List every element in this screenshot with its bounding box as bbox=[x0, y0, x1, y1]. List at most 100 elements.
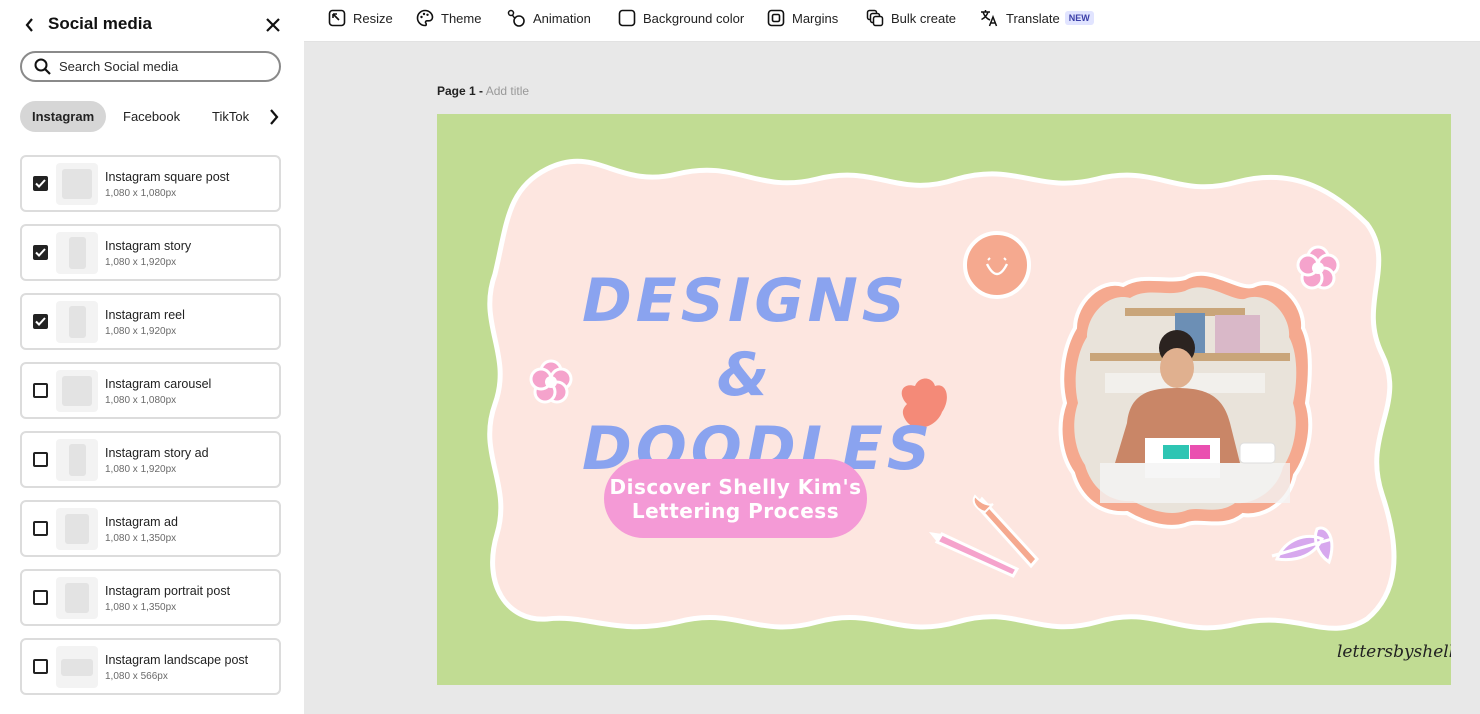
format-checkbox[interactable] bbox=[33, 590, 48, 605]
theme-palette-icon bbox=[416, 9, 434, 27]
format-checkbox[interactable] bbox=[33, 314, 48, 329]
format-item[interactable]: Instagram story 1,080 x 1,920px bbox=[20, 224, 281, 281]
format-size: 1,080 x 566px bbox=[105, 671, 168, 682]
close-icon bbox=[266, 18, 280, 32]
signature-logo: lettersbyshells bbox=[1337, 642, 1451, 662]
category-tabs: Instagram Facebook TikTok bbox=[20, 101, 284, 133]
translate-icon bbox=[981, 10, 998, 27]
tab-facebook[interactable]: Facebook bbox=[111, 101, 192, 132]
margins-label: Margins bbox=[792, 10, 839, 26]
translate-button[interactable]: Translate NEW bbox=[980, 7, 1094, 29]
background-color-button[interactable]: Background color bbox=[618, 7, 744, 29]
chevron-right-icon bbox=[270, 108, 279, 125]
format-thumbnail-shape bbox=[62, 376, 92, 406]
search-icon bbox=[34, 58, 51, 75]
search-box[interactable] bbox=[20, 51, 281, 82]
format-size: 1,080 x 1,350px bbox=[105, 533, 177, 544]
format-name: Instagram portrait post bbox=[105, 584, 231, 598]
design-artboard[interactable]: DESIGNS & DOODLES Discover Shelly Kim's … bbox=[437, 114, 1451, 685]
format-thumbnail bbox=[56, 301, 98, 343]
bulk-create-label: Bulk create bbox=[891, 10, 957, 26]
format-thumbnail-shape bbox=[68, 237, 86, 269]
background-color-label: Background color bbox=[643, 10, 745, 26]
headline-text[interactable]: DESIGNS & DOODLES bbox=[582, 264, 930, 486]
format-size: 1,080 x 1,080px bbox=[105, 188, 177, 199]
page-number-label: Page 1 - bbox=[437, 84, 484, 98]
format-thumbnail bbox=[56, 508, 98, 550]
format-thumbnail bbox=[56, 163, 98, 205]
format-size: 1,080 x 1,350px bbox=[105, 602, 177, 613]
animation-icon bbox=[507, 9, 525, 27]
format-thumbnail bbox=[56, 577, 98, 619]
format-thumbnail-shape bbox=[61, 658, 93, 676]
format-thumbnail-shape bbox=[62, 169, 92, 199]
format-size: 1,080 x 1,080px bbox=[105, 395, 177, 406]
format-size: 1,080 x 1,920px bbox=[105, 464, 177, 475]
photo-frame bbox=[1058, 271, 1313, 529]
background-color-icon bbox=[618, 9, 636, 27]
format-thumbnail bbox=[56, 439, 98, 481]
tab-instagram[interactable]: Instagram bbox=[20, 101, 107, 132]
cta-line-1: Discover Shelly Kim's bbox=[609, 474, 862, 499]
cta-pill[interactable]: Discover Shelly Kim's Lettering Process bbox=[604, 459, 867, 538]
headline-line-1: DESIGNS & bbox=[582, 266, 910, 410]
format-item[interactable]: Instagram reel 1,080 x 1,920px bbox=[20, 293, 281, 350]
checkbox-check-icon bbox=[35, 248, 46, 257]
resize-button[interactable]: Resize bbox=[328, 7, 393, 29]
format-name: Instagram carousel bbox=[105, 377, 212, 391]
format-name: Instagram ad bbox=[105, 515, 178, 529]
format-checkbox[interactable] bbox=[33, 521, 48, 536]
checkbox-check-icon bbox=[35, 179, 46, 188]
format-item[interactable]: Instagram landscape post 1,080 x 566px bbox=[20, 638, 281, 695]
format-name: Instagram landscape post bbox=[105, 653, 249, 667]
format-size: 1,080 x 1,920px bbox=[105, 257, 177, 268]
format-thumbnail-shape bbox=[65, 583, 89, 613]
format-checkbox[interactable] bbox=[33, 452, 48, 467]
smiley-sticker bbox=[963, 231, 1031, 299]
back-button[interactable] bbox=[20, 14, 40, 36]
bulk-create-button[interactable]: Bulk create bbox=[866, 7, 956, 29]
format-name: Instagram story ad bbox=[105, 446, 209, 460]
margins-button[interactable]: Margins bbox=[767, 7, 838, 29]
format-checkbox[interactable] bbox=[33, 659, 48, 674]
animation-button[interactable]: Animation bbox=[507, 7, 591, 29]
new-badge: NEW bbox=[1064, 11, 1094, 25]
format-name: Instagram story bbox=[105, 239, 192, 253]
format-thumbnail bbox=[56, 646, 98, 688]
checkbox-check-icon bbox=[35, 317, 46, 326]
translate-label: Translate bbox=[1006, 10, 1060, 26]
format-name: Instagram reel bbox=[105, 308, 185, 322]
sidebar-header: Social media bbox=[20, 12, 284, 38]
search-input[interactable] bbox=[59, 59, 259, 74]
resize-label: Resize bbox=[353, 10, 393, 26]
format-thumbnail bbox=[56, 232, 98, 274]
theme-button[interactable]: Theme bbox=[416, 7, 481, 29]
page-title-row: Page 1 - Add title bbox=[437, 84, 529, 98]
bulk-create-icon bbox=[866, 9, 884, 27]
format-name: Instagram square post bbox=[105, 170, 230, 184]
format-item[interactable]: Instagram story ad 1,080 x 1,920px bbox=[20, 431, 281, 488]
format-thumbnail bbox=[56, 370, 98, 412]
format-checkbox[interactable] bbox=[33, 383, 48, 398]
format-item[interactable]: Instagram square post 1,080 x 1,080px bbox=[20, 155, 281, 212]
animation-label: Animation bbox=[533, 10, 591, 26]
format-item[interactable]: Instagram ad 1,080 x 1,350px bbox=[20, 500, 281, 557]
back-chevron-icon bbox=[25, 18, 33, 32]
theme-label: Theme bbox=[441, 10, 482, 26]
cta-line-2: Lettering Process bbox=[631, 498, 840, 523]
format-item[interactable]: Instagram portrait post 1,080 x 1,350px bbox=[20, 569, 281, 626]
sidebar-panel: Social media Instagram Facebook TikTok I… bbox=[0, 0, 304, 714]
margins-icon bbox=[767, 9, 785, 27]
resize-icon bbox=[328, 9, 346, 27]
format-item[interactable]: Instagram carousel 1,080 x 1,080px bbox=[20, 362, 281, 419]
add-title-field[interactable]: Add title bbox=[486, 84, 529, 98]
sidebar-title: Social media bbox=[48, 14, 152, 33]
format-thumbnail-shape bbox=[68, 306, 86, 338]
format-checkbox[interactable] bbox=[33, 176, 48, 191]
close-button[interactable] bbox=[262, 14, 284, 36]
tab-tiktok[interactable]: TikTok bbox=[200, 101, 261, 132]
format-checkbox[interactable] bbox=[33, 245, 48, 260]
tabs-next-button[interactable] bbox=[264, 101, 284, 132]
top-toolbar: Resize Theme Animation Background color … bbox=[304, 0, 1480, 42]
format-thumbnail-shape bbox=[68, 444, 86, 476]
